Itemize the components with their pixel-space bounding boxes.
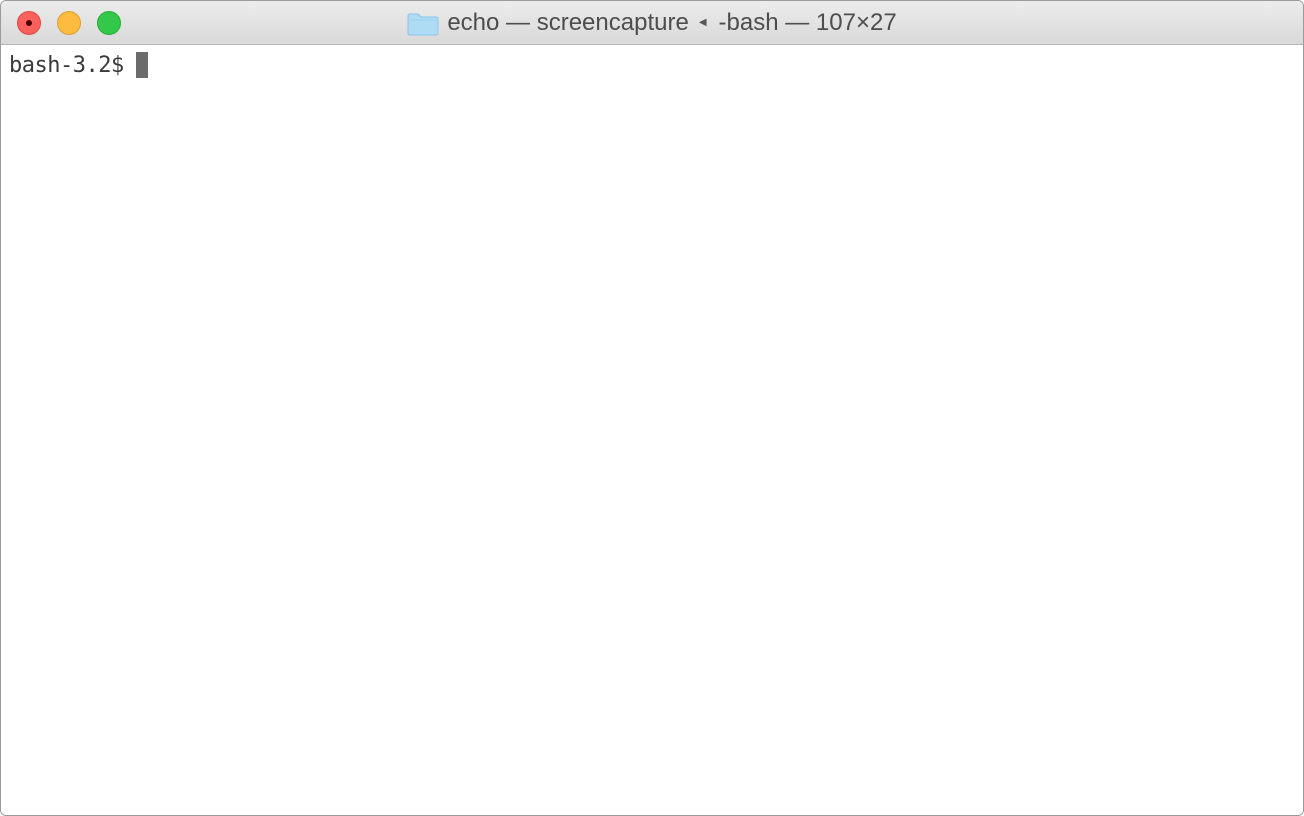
title-shell: -bash <box>718 9 779 36</box>
window-title: echo — screencapture ◀ -bash — 107×27 <box>1 1 1303 45</box>
left-arrow-icon: ◀ <box>698 16 707 28</box>
title-size: 107×27 <box>815 9 897 36</box>
title-separator: — <box>506 9 531 36</box>
terminal-content[interactable]: bash-3.2$ <box>1 45 1303 815</box>
title-bar[interactable]: echo — screencapture ◀ -bash — 107×27 <box>1 1 1303 45</box>
title-separator: — <box>785 9 810 36</box>
title-process: screencapture <box>536 9 689 36</box>
text-cursor <box>135 52 148 78</box>
folder-icon <box>407 12 439 36</box>
shell-prompt: bash-3.2$ <box>9 52 124 78</box>
prompt-line: bash-3.2$ <box>9 51 148 79</box>
terminal-window: echo — screencapture ◀ -bash — 107×27 ba… <box>0 0 1304 816</box>
title-folder-name: echo <box>447 9 500 36</box>
